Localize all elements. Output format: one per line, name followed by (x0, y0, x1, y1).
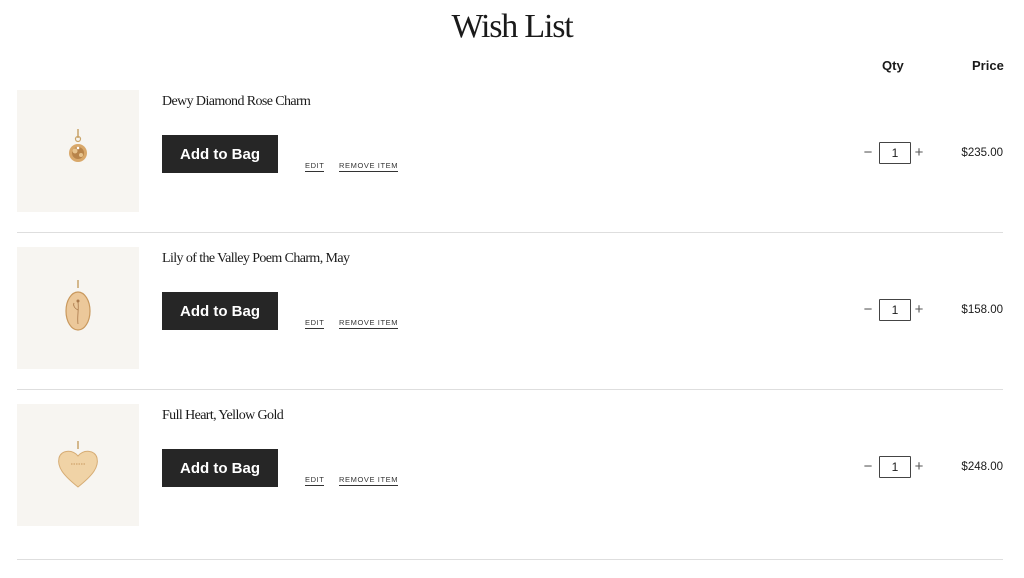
product-image[interactable] (17, 247, 139, 369)
item-price: $248.00 (961, 461, 1003, 473)
wishlist-item: Dewy Diamond Rose Charm Add to Bag EDIT … (0, 90, 1024, 245)
product-name[interactable]: Lily of the Valley Poem Charm, May (162, 251, 350, 267)
add-to-bag-button[interactable]: Add to Bag (162, 292, 278, 330)
qty-increase-button[interactable]: + (913, 302, 925, 318)
heart-charm-icon (58, 441, 98, 488)
item-price: $158.00 (961, 304, 1003, 316)
product-image[interactable] (17, 404, 139, 526)
qty-decrease-button[interactable]: − (862, 145, 874, 161)
wishlist-item: Lily of the Valley Poem Charm, May Add t… (0, 247, 1024, 402)
page-title: Wish List (451, 8, 574, 45)
product-image[interactable] (17, 90, 139, 212)
qty-column-header: Qty (882, 58, 904, 73)
edit-link[interactable]: EDIT (305, 319, 325, 329)
row-divider (17, 389, 1003, 390)
remove-item-link[interactable]: REMOVE ITEM (339, 319, 399, 329)
add-to-bag-button[interactable]: Add to Bag (162, 135, 278, 173)
qty-input[interactable] (879, 299, 911, 321)
row-divider (17, 559, 1003, 560)
edit-link[interactable]: EDIT (305, 162, 325, 172)
remove-item-link[interactable]: REMOVE ITEM (339, 476, 399, 486)
qty-input[interactable] (879, 142, 911, 164)
edit-link[interactable]: EDIT (305, 476, 325, 486)
product-name[interactable]: Dewy Diamond Rose Charm (162, 94, 311, 110)
row-divider (17, 232, 1003, 233)
add-to-bag-button[interactable]: Add to Bag (162, 449, 278, 487)
qty-increase-button[interactable]: + (913, 459, 925, 475)
rose-charm-icon (69, 129, 87, 162)
qty-input[interactable] (879, 456, 911, 478)
price-column-header: Price (972, 58, 1004, 73)
qty-increase-button[interactable]: + (913, 145, 925, 161)
qty-decrease-button[interactable]: − (862, 302, 874, 318)
wishlist-item: Full Heart, Yellow Gold Add to Bag EDIT … (0, 404, 1024, 559)
product-name[interactable]: Full Heart, Yellow Gold (162, 408, 284, 424)
item-price: $235.00 (961, 147, 1003, 159)
remove-item-link[interactable]: REMOVE ITEM (339, 162, 399, 172)
qty-decrease-button[interactable]: − (862, 459, 874, 475)
oval-lily-charm-icon (65, 280, 91, 331)
